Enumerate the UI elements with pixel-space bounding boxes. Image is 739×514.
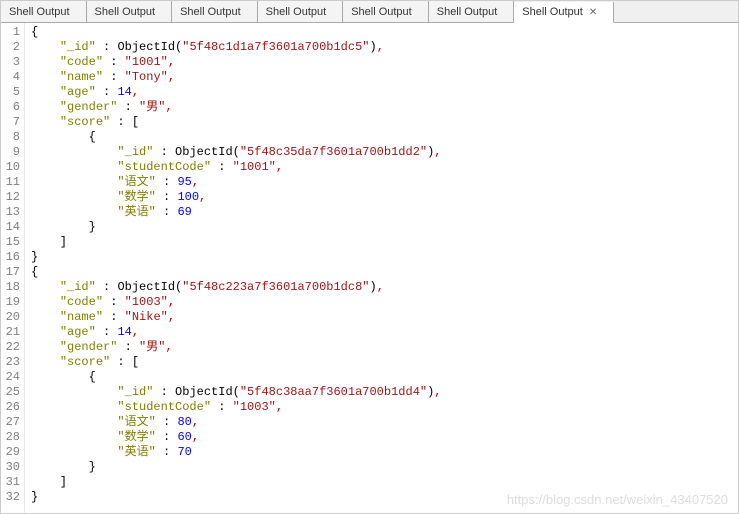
line-number-gutter: 1234567891011121314151617181920212223242… [1, 23, 25, 513]
line-number: 14 [1, 220, 20, 235]
line-number: 10 [1, 160, 20, 175]
code-line: { [31, 265, 738, 280]
tab-label: Shell Output [180, 6, 241, 18]
code-line: "语文" : 80, [31, 415, 738, 430]
tab-shell-output-2[interactable]: Shell Output [172, 1, 258, 22]
line-number: 9 [1, 145, 20, 160]
tab-shell-output-4[interactable]: Shell Output [343, 1, 429, 22]
code-line: "gender" : "男", [31, 340, 738, 355]
tab-shell-output-0[interactable]: Shell Output [1, 1, 87, 22]
code-line: ] [31, 475, 738, 490]
code-line: "score" : [ [31, 355, 738, 370]
line-number: 23 [1, 355, 20, 370]
code-line: { [31, 370, 738, 385]
line-number: 8 [1, 130, 20, 145]
code-line: "studentCode" : "1001", [31, 160, 738, 175]
code-line: "_id" : ObjectId("5f48c35da7f3601a700b1d… [31, 145, 738, 160]
line-number: 26 [1, 400, 20, 415]
code-line: "数学" : 60, [31, 430, 738, 445]
line-number: 13 [1, 205, 20, 220]
code-line: "age" : 14, [31, 85, 738, 100]
code-line: "code" : "1001", [31, 55, 738, 70]
close-icon[interactable]: ✕ [589, 7, 597, 18]
code-content[interactable]: { "_id" : ObjectId("5f48c1d1a7f3601a700b… [25, 23, 738, 513]
code-line: "_id" : ObjectId("5f48c223a7f3601a700b1d… [31, 280, 738, 295]
tab-shell-output-1[interactable]: Shell Output [87, 1, 173, 22]
code-line: "name" : "Tony", [31, 70, 738, 85]
code-line: "score" : [ [31, 115, 738, 130]
tab-shell-output-6[interactable]: Shell Output ✕ [514, 2, 614, 23]
code-line: "_id" : ObjectId("5f48c1d1a7f3601a700b1d… [31, 40, 738, 55]
line-number: 18 [1, 280, 20, 295]
line-number: 25 [1, 385, 20, 400]
line-number: 29 [1, 445, 20, 460]
code-line: ] [31, 235, 738, 250]
code-line: "_id" : ObjectId("5f48c38aa7f3601a700b1d… [31, 385, 738, 400]
line-number: 3 [1, 55, 20, 70]
line-number: 4 [1, 70, 20, 85]
code-line: "语文" : 95, [31, 175, 738, 190]
tab-bar: Shell OutputShell OutputShell OutputShel… [1, 1, 738, 23]
tab-label: Shell Output [266, 6, 327, 18]
line-number: 5 [1, 85, 20, 100]
line-number: 12 [1, 190, 20, 205]
code-line: { [31, 25, 738, 40]
code-line: "数学" : 100, [31, 190, 738, 205]
line-number: 20 [1, 310, 20, 325]
code-line: "code" : "1003", [31, 295, 738, 310]
code-line: { [31, 130, 738, 145]
code-line: "gender" : "男", [31, 100, 738, 115]
line-number: 1 [1, 25, 20, 40]
line-number: 28 [1, 430, 20, 445]
code-line: "name" : "Nike", [31, 310, 738, 325]
code-line: "age" : 14, [31, 325, 738, 340]
code-line: "studentCode" : "1003", [31, 400, 738, 415]
line-number: 17 [1, 265, 20, 280]
tab-shell-output-3[interactable]: Shell Output [258, 1, 344, 22]
line-number: 16 [1, 250, 20, 265]
tab-label: Shell Output [437, 6, 498, 18]
line-number: 22 [1, 340, 20, 355]
tab-label: Shell Output [95, 6, 156, 18]
code-line: } [31, 490, 738, 505]
line-number: 32 [1, 490, 20, 505]
tab-label: Shell Output [351, 6, 412, 18]
code-line: "英语" : 69 [31, 205, 738, 220]
line-number: 15 [1, 235, 20, 250]
line-number: 24 [1, 370, 20, 385]
line-number: 30 [1, 460, 20, 475]
line-number: 27 [1, 415, 20, 430]
tab-label: Shell Output [522, 6, 583, 18]
line-number: 19 [1, 295, 20, 310]
code-line: "英语" : 70 [31, 445, 738, 460]
line-number: 7 [1, 115, 20, 130]
line-number: 2 [1, 40, 20, 55]
line-number: 31 [1, 475, 20, 490]
tab-shell-output-5[interactable]: Shell Output [429, 1, 515, 22]
code-line: } [31, 460, 738, 475]
line-number: 21 [1, 325, 20, 340]
editor-area: 1234567891011121314151617181920212223242… [1, 23, 738, 513]
tab-label: Shell Output [9, 6, 70, 18]
line-number: 11 [1, 175, 20, 190]
line-number: 6 [1, 100, 20, 115]
code-line: } [31, 250, 738, 265]
code-line: } [31, 220, 738, 235]
